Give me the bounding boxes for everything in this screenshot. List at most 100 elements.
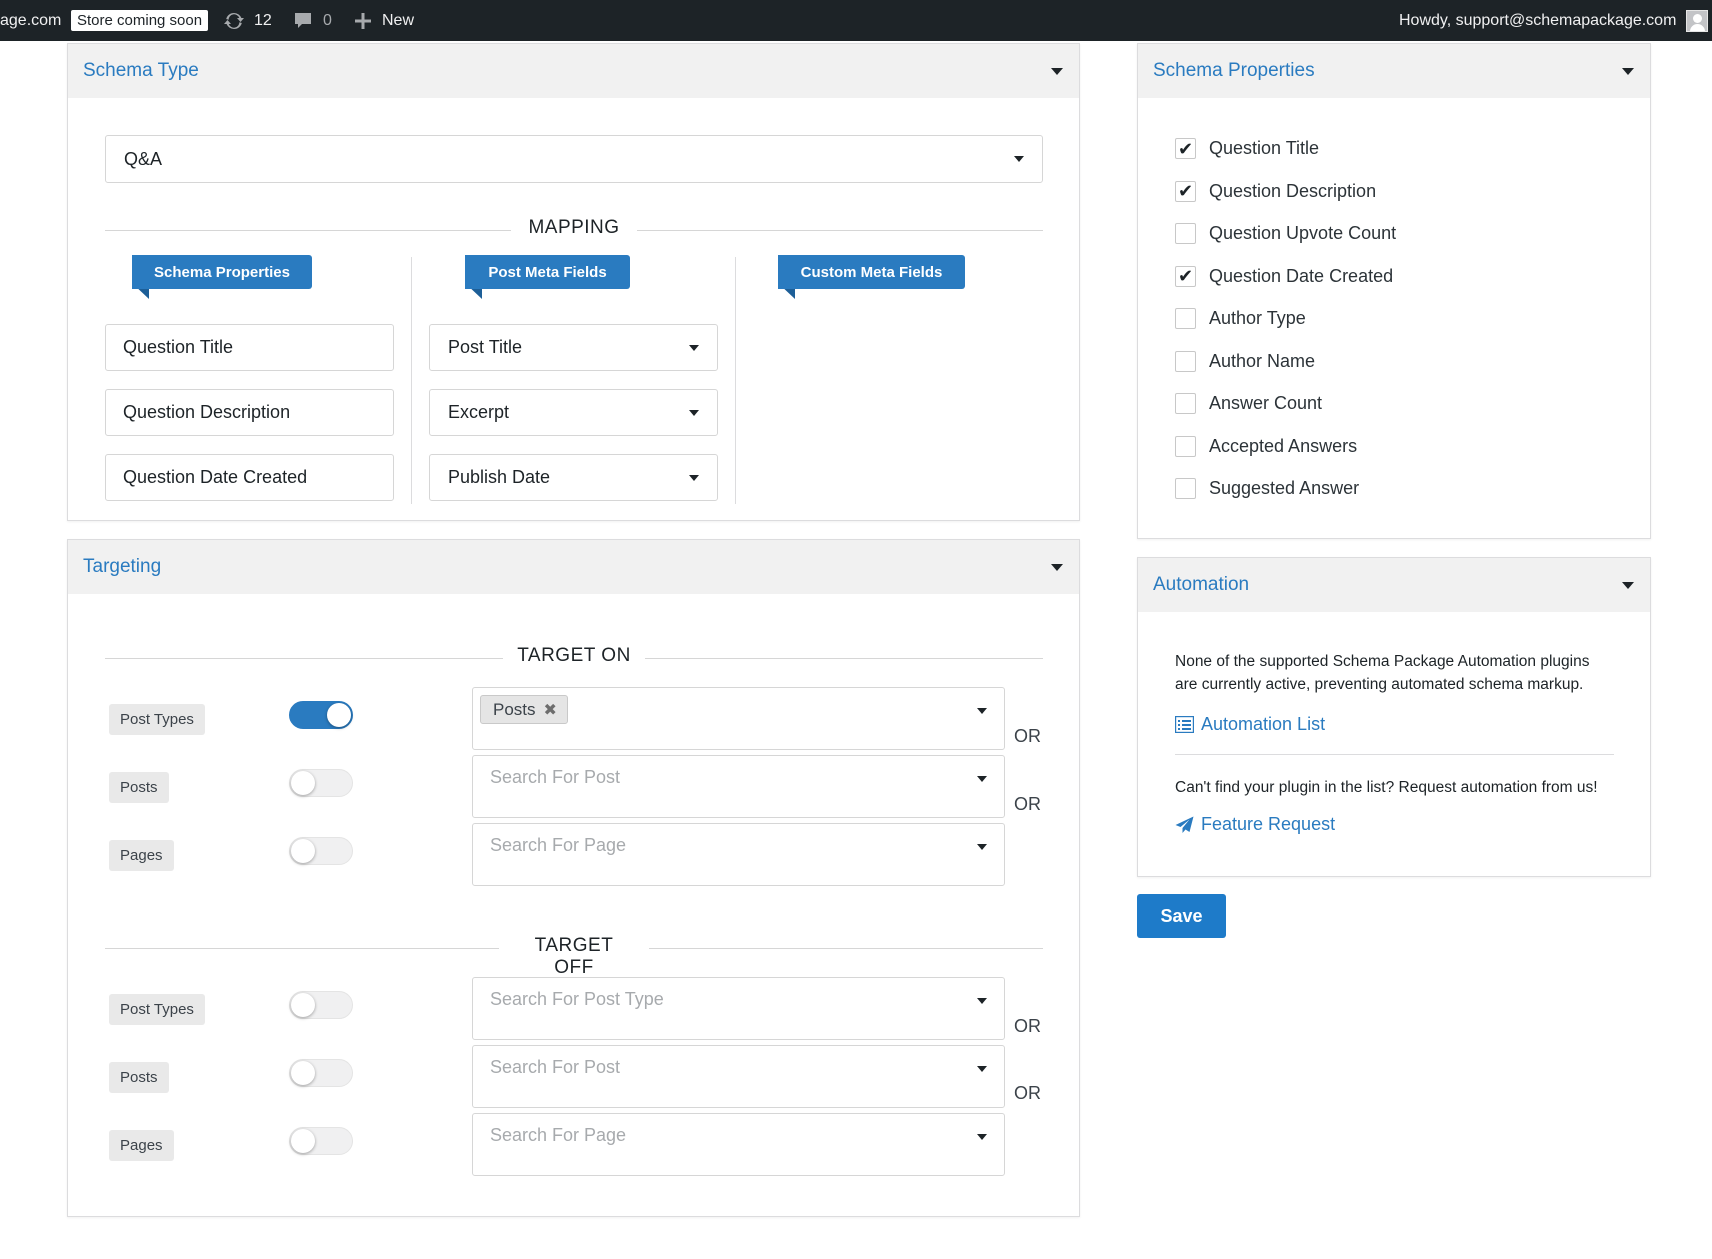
schema-properties-title: Schema Properties: [1153, 60, 1315, 81]
feature-request-link[interactable]: Feature Request: [1175, 814, 1335, 835]
automation-request-text: Can't find your plugin in the list? Requ…: [1175, 779, 1598, 796]
target-on-post-types-select[interactable]: Posts ✖: [472, 687, 1005, 750]
search-posts-placeholder: Search For Post: [490, 767, 621, 787]
schema-property-option[interactable]: ✔ Question Description: [1175, 180, 1377, 202]
schema-property-option[interactable]: Accepted Answers: [1175, 435, 1358, 457]
mapping-meta-select[interactable]: Excerpt: [429, 389, 718, 436]
comments-count: 0: [323, 11, 332, 29]
search-post-type-placeholder: Search For Post Type: [490, 989, 664, 1009]
schema-type-header[interactable]: Schema Type: [68, 44, 1079, 98]
or-label: OR: [1014, 1016, 1041, 1036]
chevron-down-icon: [689, 474, 699, 481]
collapse-caret-icon[interactable]: [1051, 67, 1063, 75]
target-on-post-types-toggle[interactable]: [289, 701, 353, 729]
schema-property-option[interactable]: ✔ Question Date Created: [1175, 265, 1393, 287]
target-on-posts-select[interactable]: Search For Post: [472, 755, 1005, 818]
list-icon: [1175, 716, 1194, 733]
checkbox-checked-icon[interactable]: ✔: [1175, 265, 1196, 287]
chevron-down-icon: [977, 998, 987, 1004]
updates-link[interactable]: 12: [223, 0, 272, 41]
schema-type-select[interactable]: Q&A: [105, 135, 1043, 183]
schema-properties-header[interactable]: Schema Properties: [1138, 44, 1650, 98]
mapping-meta-value: Publish Date: [448, 467, 551, 487]
checkbox-icon[interactable]: [1175, 435, 1196, 457]
howdy-text: Howdy, support@schemapackage.com: [1399, 11, 1677, 29]
comments-link[interactable]: 0: [293, 0, 332, 41]
site-name: age.com: [0, 11, 62, 29]
target-on-post-types-label: Post Types: [109, 704, 205, 735]
schema-property-option[interactable]: ✔ Question Title: [1175, 138, 1319, 159]
schema-property-label: Answer Count: [1209, 393, 1323, 413]
checkbox-icon[interactable]: [1175, 223, 1196, 244]
target-on-pages-toggle[interactable]: [289, 837, 353, 865]
checkbox-checked-icon[interactable]: ✔: [1175, 138, 1196, 159]
target-on-posts-toggle[interactable]: [289, 769, 353, 797]
updates-icon: [224, 12, 244, 29]
schema-properties-panel: Schema Properties ✔ Question Title ✔ Questi…: [1137, 43, 1651, 539]
schema-property-option[interactable]: Question Upvote Count: [1175, 223, 1396, 244]
checkbox-checked-icon[interactable]: ✔: [1175, 180, 1196, 202]
new-label: New: [382, 11, 415, 29]
target-on-pages-label: Pages: [109, 840, 174, 871]
comment-icon: [295, 12, 311, 28]
toggle-knob: [291, 839, 315, 863]
chevron-down-icon: [977, 1134, 987, 1140]
schema-property-label: Author Type: [1209, 308, 1306, 328]
target-off-post-types-toggle[interactable]: [289, 991, 353, 1019]
schema-property-label: Accepted Answers: [1209, 435, 1358, 456]
target-off-posts-toggle[interactable]: [289, 1059, 353, 1087]
checkbox-icon[interactable]: [1175, 393, 1196, 414]
target-on-heading: TARGET ON: [503, 645, 645, 667]
account-menu[interactable]: Howdy, support@schemapackage.com: [1399, 0, 1709, 41]
chevron-down-icon: [689, 409, 699, 416]
remove-icon[interactable]: ✖: [544, 700, 557, 720]
schema-property-label: Question Description: [1209, 180, 1377, 201]
store-badge[interactable]: Store coming soon: [71, 0, 209, 41]
checkbox-icon[interactable]: [1175, 308, 1196, 329]
collapse-caret-icon[interactable]: [1622, 581, 1634, 589]
automation-panel: Automation None of the supported Schema …: [1137, 557, 1651, 877]
paper-plane-icon: [1175, 816, 1194, 833]
toggle-knob: [291, 993, 315, 1017]
column-separator: [735, 257, 736, 504]
mapping-heading: MAPPING: [511, 217, 637, 239]
automation-notice: None of the supported Schema Package Aut…: [1175, 653, 1590, 693]
mapping-property-field: Question Title: [105, 324, 394, 371]
schema-property-label: Question Upvote Count: [1209, 223, 1397, 243]
new-content-link[interactable]: New: [354, 0, 414, 41]
mapping-property-field: Question Date Created: [105, 454, 394, 501]
toggle-knob: [291, 771, 315, 795]
schema-property-option[interactable]: Answer Count: [1175, 393, 1322, 414]
schema-property-option[interactable]: Author Name: [1175, 350, 1315, 372]
target-off-posts-select[interactable]: Search For Post: [472, 1045, 1005, 1108]
collapse-caret-icon[interactable]: [1622, 67, 1634, 75]
mapping-property-label: Question Description: [123, 402, 291, 422]
schema-property-option[interactable]: Author Type: [1175, 308, 1306, 329]
ribbon-schema-properties: Schema Properties: [132, 255, 312, 289]
automation-list-link[interactable]: Automation List: [1175, 714, 1325, 735]
search-pages-placeholder: Search For Page: [490, 835, 627, 855]
mapping-meta-select[interactable]: Post Title: [429, 324, 718, 371]
target-off-pages-select[interactable]: Search For Page: [472, 1113, 1005, 1176]
collapse-caret-icon[interactable]: [1051, 563, 1063, 571]
mapping-meta-select[interactable]: Publish Date: [429, 454, 718, 501]
targeting-header[interactable]: Targeting: [68, 540, 1079, 594]
schema-property-option[interactable]: Suggested Answer: [1175, 478, 1359, 499]
or-label: OR: [1014, 1083, 1041, 1103]
chevron-down-icon: [977, 1066, 987, 1072]
targeting-panel: Targeting TARGET ON Post Types Posts ✖ O…: [67, 539, 1080, 1217]
target-on-pages-select[interactable]: Search For Page: [472, 823, 1005, 886]
site-name-link[interactable]: age.com: [0, 0, 61, 41]
automation-header[interactable]: Automation: [1138, 558, 1650, 612]
chevron-down-icon: [977, 776, 987, 782]
ribbon-custom-meta-fields: Custom Meta Fields: [778, 255, 965, 289]
target-off-post-types-select[interactable]: Search For Post Type: [472, 977, 1005, 1040]
checkbox-icon[interactable]: [1175, 350, 1196, 372]
or-label: OR: [1014, 794, 1041, 814]
ribbon-post-meta-fields: Post Meta Fields: [465, 255, 630, 289]
target-off-pages-toggle[interactable]: [289, 1127, 353, 1155]
checkbox-icon[interactable]: [1175, 478, 1196, 499]
save-button[interactable]: Save: [1137, 894, 1226, 938]
plus-icon: [355, 12, 371, 29]
updates-count: 12: [254, 11, 272, 29]
